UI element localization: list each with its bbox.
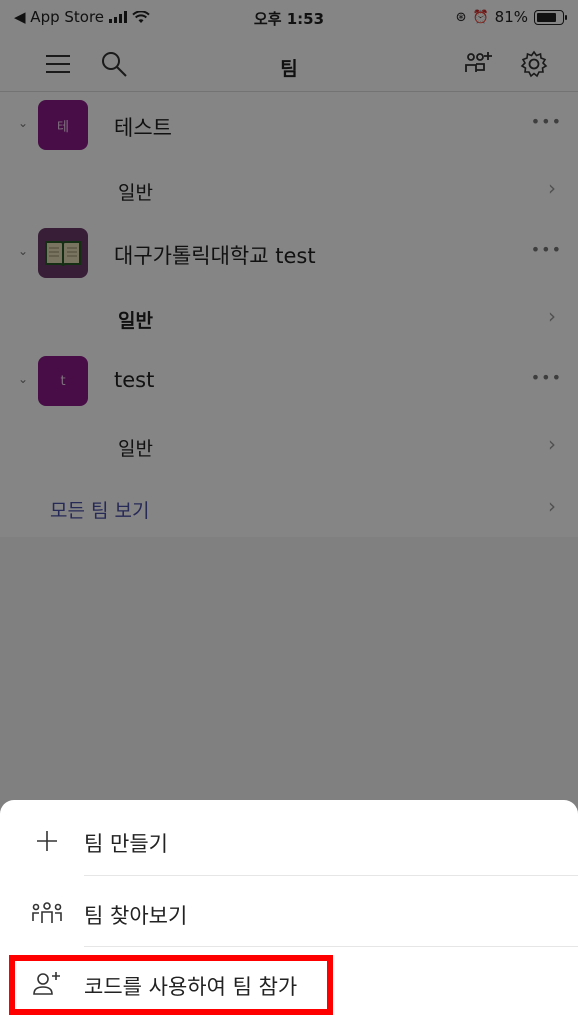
create-team-button[interactable]: 팀 만들기 bbox=[0, 804, 578, 876]
plus-icon bbox=[30, 824, 64, 858]
browse-teams-button[interactable]: 팀 찾아보기 bbox=[0, 876, 578, 948]
browse-teams-label: 팀 찾아보기 bbox=[84, 904, 188, 928]
teams-screen: ◀ App Store 오후 1:53 ⊛ ⏰ 81% 팀 ⌄ 테 테스트 ••… bbox=[0, 0, 578, 1017]
teams-browse-icon bbox=[30, 896, 64, 930]
highlight-box bbox=[9, 955, 333, 1015]
create-team-label: 팀 만들기 bbox=[84, 832, 168, 856]
